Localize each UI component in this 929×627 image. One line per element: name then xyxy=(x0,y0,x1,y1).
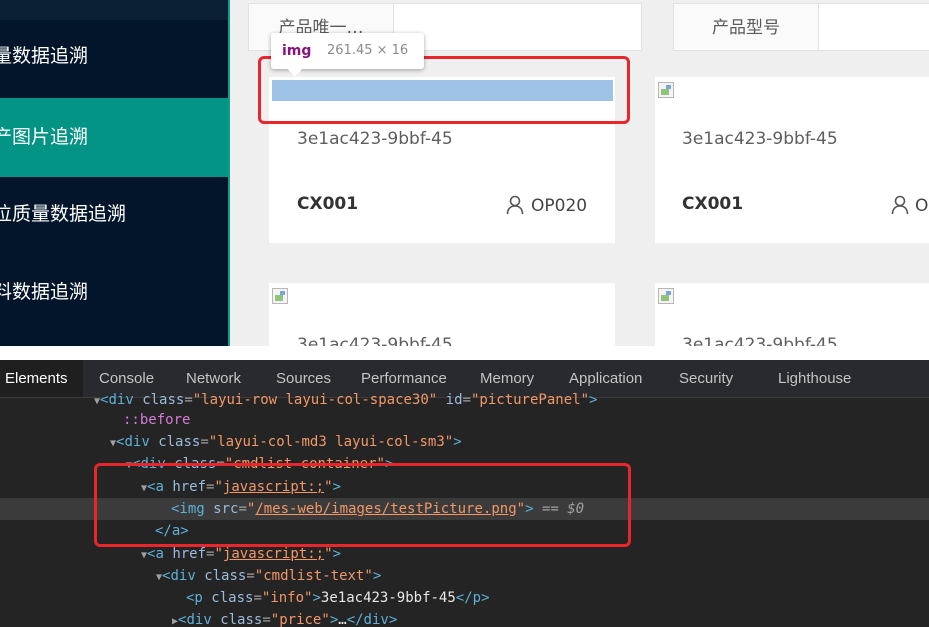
sidebar-item-station-quality-trace[interactable]: 位质量数据追溯 xyxy=(0,175,228,254)
picture-card[interactable]: 3e1ac423-9bbf-45 CX001 O xyxy=(655,77,929,243)
card-info: 3e1ac423-9bbf-45 xyxy=(297,335,453,346)
sidebar-item-label: 位质量数据追溯 xyxy=(0,203,127,225)
inspect-tooltip: img 261.45 × 16 xyxy=(271,33,424,77)
dom-node-row[interactable]: ▼<div class="cmdlist-text"> xyxy=(156,565,929,587)
dom-node-row[interactable]: ▼<div class="layui-row layui-col-space30… xyxy=(94,389,929,411)
picture-card[interactable]: 3e1ac423-9bbf-45 xyxy=(269,283,615,346)
product-model-label: 产品型号 xyxy=(673,3,819,51)
dom-pseudo-row[interactable]: ::before xyxy=(123,409,929,431)
sidebar-item-label: 量数据追溯 xyxy=(0,45,89,67)
tooltip-arrow xyxy=(287,68,303,77)
dom-node-row[interactable]: ▶<div class="price">…</div> xyxy=(172,609,929,627)
product-image[interactable] xyxy=(658,82,674,98)
dom-node-row[interactable]: ▼<div class="layui-col-md3 layui-col-sm3… xyxy=(110,431,929,453)
card-info: 3e1ac423-9bbf-45 xyxy=(682,129,838,149)
card-code: CX001 xyxy=(297,194,359,214)
sidebar-item-picture-trace[interactable]: 产图片追溯 xyxy=(0,98,228,177)
annotation-box-dom xyxy=(94,463,631,547)
user-icon xyxy=(506,195,524,215)
sidebar-item-label: 产图片追溯 xyxy=(0,126,89,148)
picture-card[interactable]: 3e1ac423-9bbf-45 xyxy=(655,283,929,346)
dom-node-row[interactable]: <p class="info">3e1ac423-9bbf-45</p> xyxy=(186,587,929,609)
sidebar-item-label: 料数据追溯 xyxy=(0,281,89,303)
product-image[interactable] xyxy=(658,288,674,304)
tab-elements[interactable]: Elements xyxy=(0,360,83,397)
product-model-input[interactable] xyxy=(818,3,929,51)
product-id-input[interactable] xyxy=(393,3,642,51)
tooltip-tag: img xyxy=(282,43,312,59)
card-info: 3e1ac423-9bbf-45 xyxy=(297,129,453,149)
tooltip-size: 261.45 × 16 xyxy=(327,43,409,58)
sidebar-item-quality-trace[interactable]: 量数据追溯 xyxy=(0,17,228,96)
sidebar-item-material-trace[interactable]: 料数据追溯 xyxy=(0,253,228,332)
card-info: 3e1ac423-9bbf-45 xyxy=(682,335,838,346)
card-operator: OP020 xyxy=(531,196,588,216)
card-operator: O xyxy=(915,196,929,216)
product-image[interactable] xyxy=(272,288,288,304)
sidebar-nav: 量数据追溯 产图片追溯 位质量数据追溯 料数据追溯 xyxy=(0,0,228,346)
user-icon xyxy=(891,195,909,215)
card-code: CX001 xyxy=(682,194,744,214)
